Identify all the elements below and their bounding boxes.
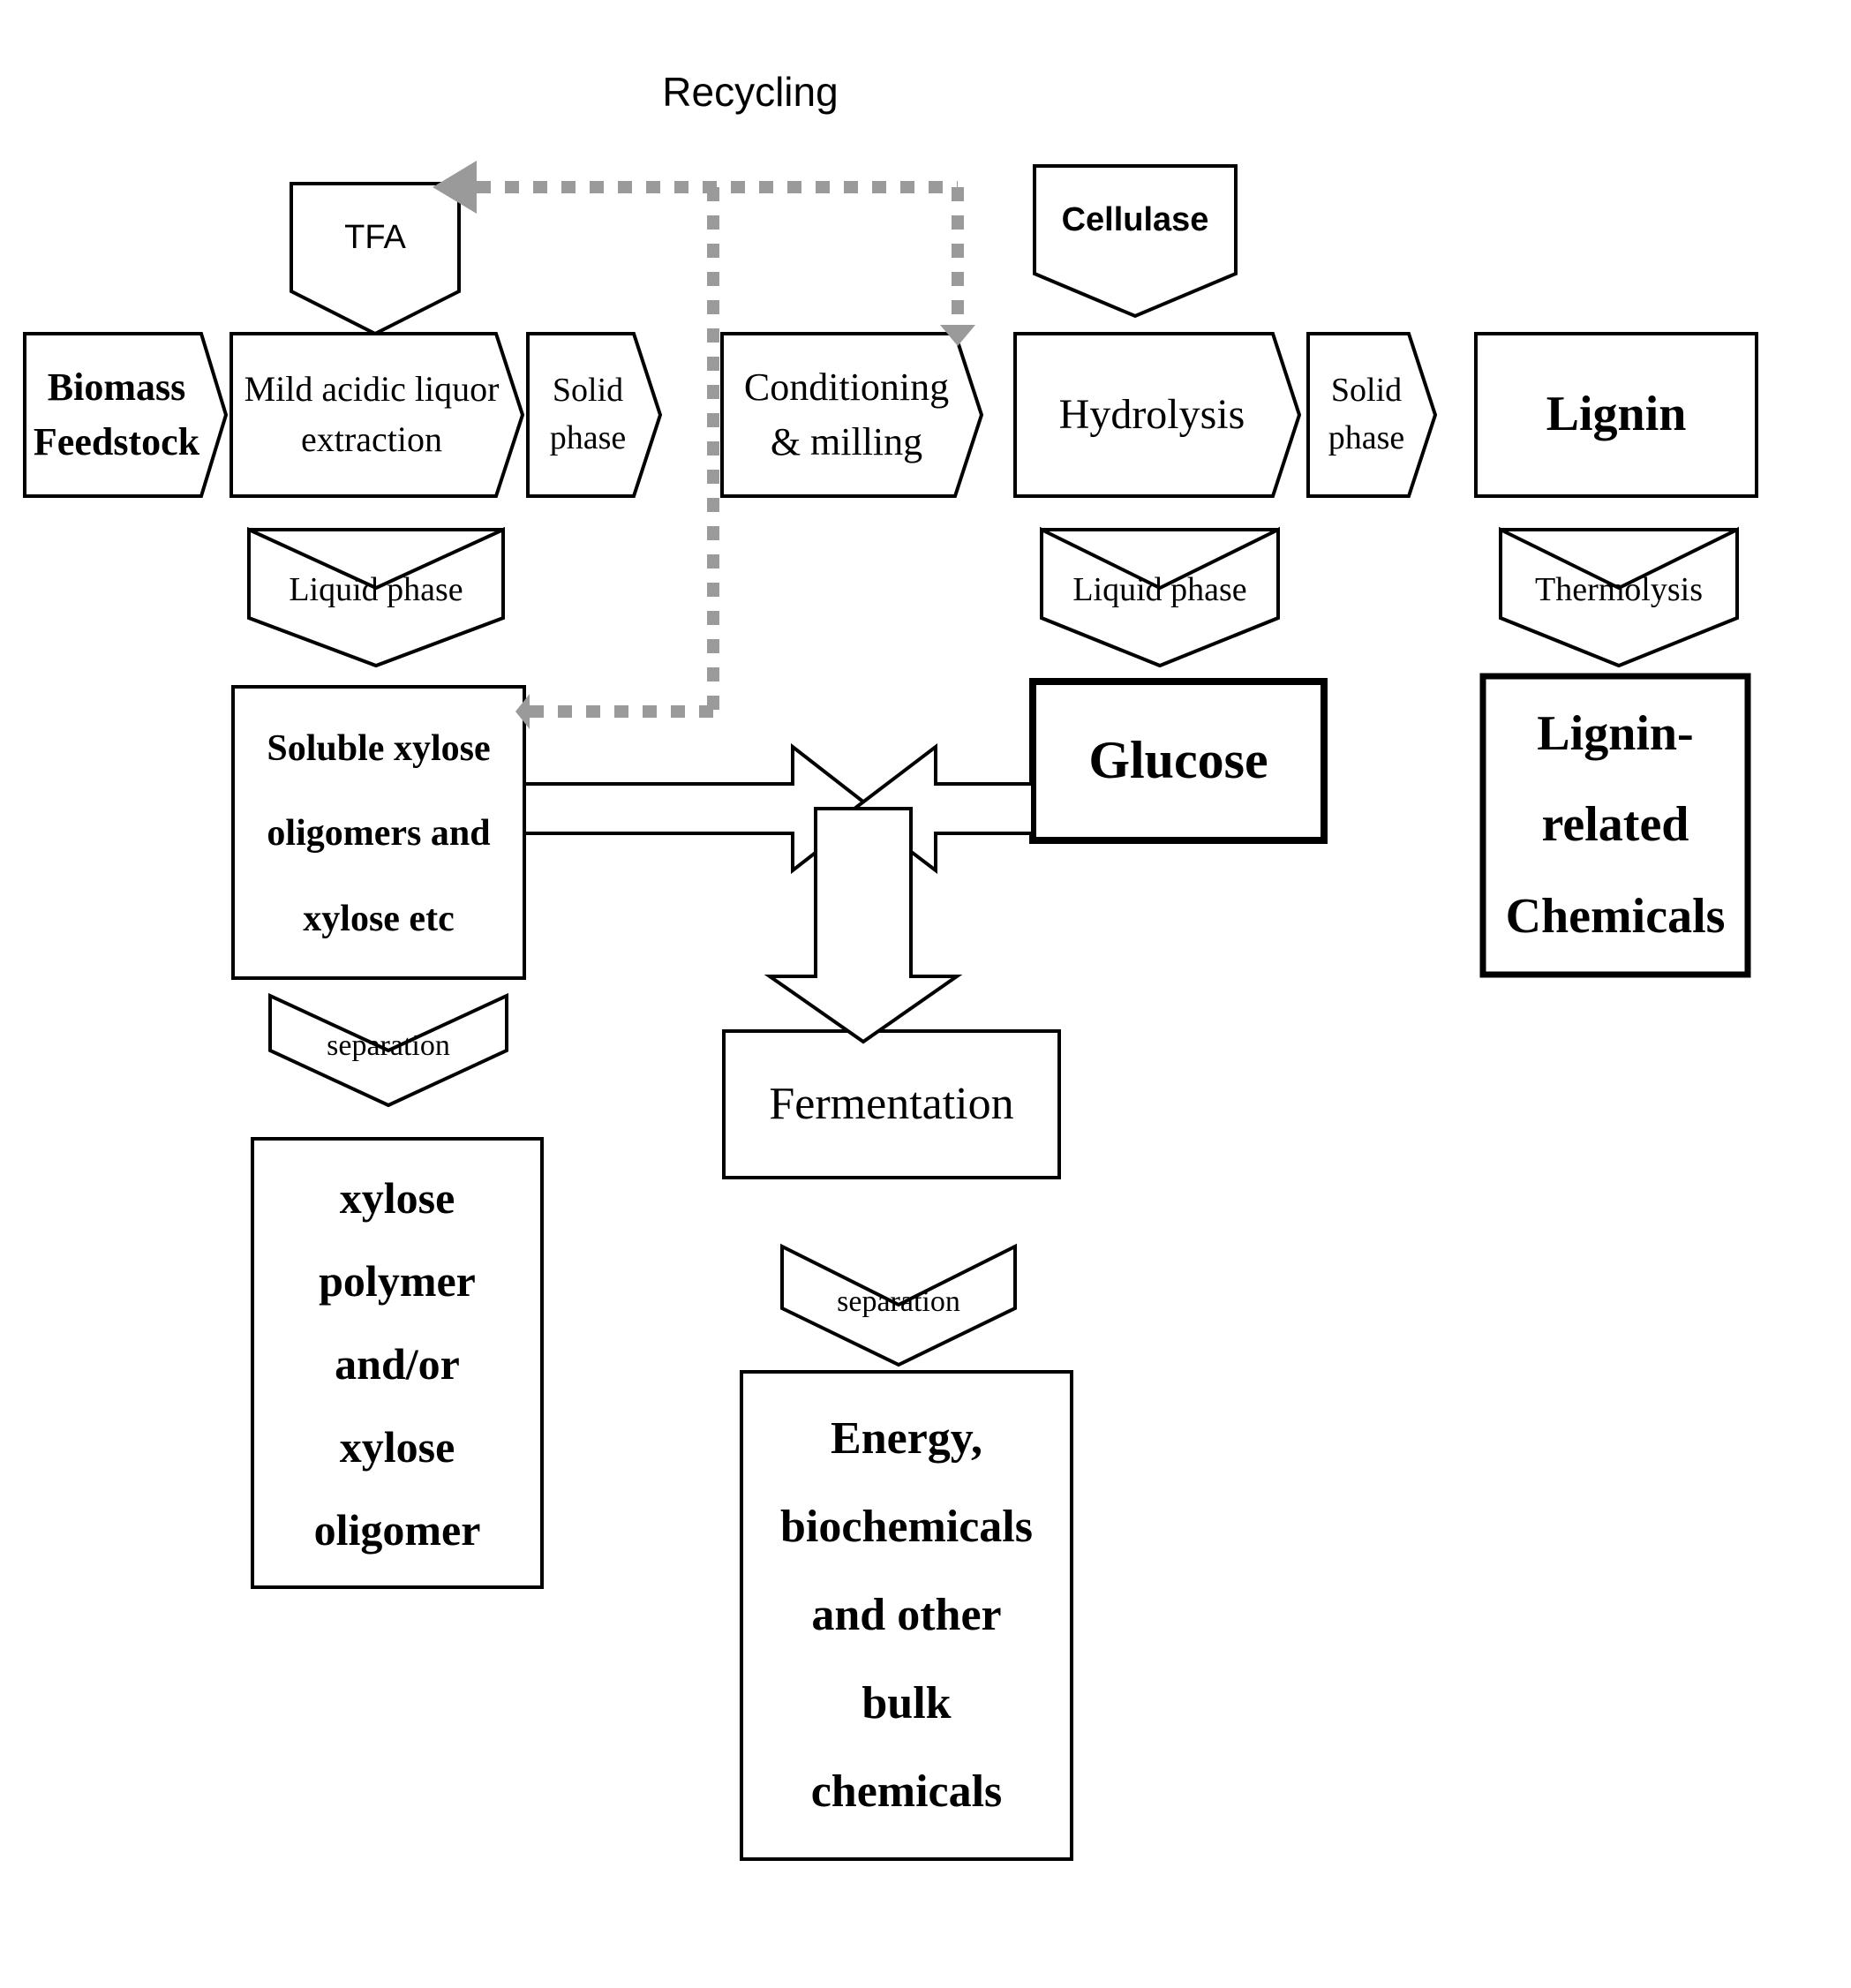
shape-cellulase <box>1033 164 1238 319</box>
shape-glucose <box>1029 678 1328 844</box>
flow-diagram-canvas: Recycling TFA Cellulase Biomass Feedstoc… <box>0 0 1851 1988</box>
shape-separation-left <box>268 992 508 1108</box>
shape-lignin <box>1474 332 1758 498</box>
diagram-shapes-layer <box>23 161 1758 1861</box>
shape-mild-acidic-liquor <box>229 332 525 498</box>
shape-lignin-related <box>1479 673 1751 978</box>
shape-biomass-feedstock <box>23 332 229 498</box>
shape-hydrolysis <box>1013 332 1302 498</box>
shape-xylose-polymer <box>251 1137 544 1589</box>
shape-conditioning-milling <box>720 332 984 498</box>
shape-solid-phase-1 <box>526 332 663 498</box>
shape-separation-mid <box>780 1243 1017 1367</box>
shape-solid-phase-2 <box>1306 332 1438 498</box>
shape-fermentation <box>722 1029 1061 1179</box>
shape-energy-chemicals <box>740 1370 1073 1861</box>
shape-tfa <box>290 182 461 336</box>
shape-soluble-xylose <box>231 685 526 980</box>
